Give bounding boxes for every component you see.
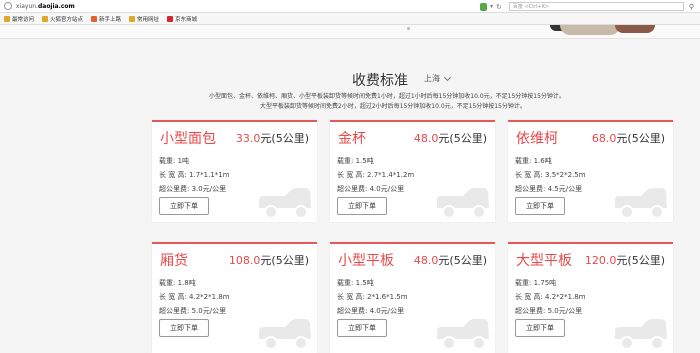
- van-icon: [257, 317, 313, 353]
- info-icon[interactable]: [4, 2, 12, 10]
- dimensions-spec: 长 宽 高: 1.7*1.1*1m: [159, 171, 230, 179]
- load-spec: 载重: 1吨: [159, 157, 190, 165]
- chevron-down-icon[interactable]: ▾: [490, 3, 493, 10]
- pricing-note-2: 大型平板装卸货等候时间免费2小时，超过2小时后每15分钟加收10.0元，不足15…: [260, 103, 526, 110]
- vehicle-name: 依维柯: [516, 131, 558, 147]
- extra-km-fee: 超公里费: 3.0元/公里: [159, 185, 227, 193]
- order-now-button[interactable]: 立即下单: [159, 319, 209, 337]
- extra-km-fee: 超公里费: 4.0元/公里: [337, 307, 405, 315]
- dimensions-spec: 长 宽 高: 2.7*1.4*1.2m: [337, 171, 415, 179]
- vehicle-name: 金杯: [338, 131, 366, 147]
- vehicle-card: 金杯 48.0元(5公里) 载重: 1.5吨长 宽 高: 2.7*1.4*1.2m 超…: [330, 120, 495, 222]
- vehicle-price: 48.0元(5公里): [413, 132, 487, 145]
- vehicle-name: 小型平板: [338, 253, 394, 269]
- vehicle-price: 48.0元(5公里): [413, 254, 487, 267]
- van-icon: [613, 317, 669, 353]
- vehicle-card: 依维柯 68.0元(5公里) 载重: 1.6吨长 宽 高: 3.5*2*2.5m 超公…: [508, 120, 673, 222]
- dimensions-spec: 长 宽 高: 4.2*2*1.8m: [515, 293, 586, 301]
- van-icon: [257, 186, 313, 222]
- vehicle-price: 33.0元(5公里): [235, 132, 309, 145]
- page-title: 收费标准: [352, 73, 408, 89]
- firefox-icon: [91, 15, 98, 22]
- load-spec: 载重: 1.6吨: [515, 157, 552, 165]
- search-input[interactable]: 百度 <Ctrl+K>: [508, 2, 684, 11]
- order-now-button[interactable]: 立即下单: [515, 319, 565, 337]
- vehicle-price: 120.0元(5公里): [584, 254, 665, 267]
- bookmark-item[interactable]: 京东商城: [167, 15, 197, 23]
- order-now-button[interactable]: 立即下单: [337, 319, 387, 337]
- load-spec: 载重: 1.75吨: [515, 279, 557, 287]
- bookmark-item[interactable]: 常用网址: [129, 15, 159, 23]
- city-selector[interactable]: 上海: [424, 73, 452, 84]
- carousel-dot[interactable]: [407, 27, 410, 30]
- vehicle-card: 大型平板 120.0元(5公里) 载重: 1.75吨长 宽 高: 4.2*2*1.8…: [508, 242, 673, 353]
- shield-icon[interactable]: [479, 2, 487, 11]
- order-now-button[interactable]: 立即下单: [515, 197, 565, 215]
- chevron-down-icon: [443, 73, 452, 81]
- extra-km-fee: 超公里费: 4.0元/公里: [337, 185, 405, 193]
- address-bar[interactable]: xiayun.daojia.com ▾ ↻ 百度 <Ctrl+K> ⚲: [0, 0, 700, 13]
- vehicle-card: 小型平板 48.0元(5公里) 载重: 1.5吨长 宽 高: 2*1.6*1.5m 超…: [330, 242, 495, 353]
- refresh-icon[interactable]: ↻: [496, 3, 502, 11]
- vehicle-card: 小型面包 33.0元(5公里) 载重: 1吨长 宽 高: 1.7*1.1*1m 超公里…: [152, 120, 317, 222]
- bookmark-item[interactable]: 新手上路: [91, 15, 121, 23]
- bookmark-label: 最常访问: [12, 16, 35, 23]
- load-spec: 载重: 1.5吨: [337, 279, 374, 287]
- bookmark-label: 京东商城: [175, 16, 198, 23]
- vehicle-price: 68.0元(5公里): [591, 132, 665, 145]
- bookmarks-bar: 最常访问 火狐官方站点 新手上路 常用网址 京东商城: [0, 13, 700, 25]
- bookmark-label: 常用网址: [137, 16, 160, 23]
- dimensions-spec: 长 宽 高: 4.2*2*1.8m: [159, 293, 230, 301]
- vehicle-name: 厢货: [160, 253, 188, 269]
- star-folder-icon: [4, 15, 10, 22]
- vehicle-name: 大型平板: [516, 253, 572, 269]
- load-spec: 载重: 1.5吨: [337, 157, 374, 165]
- address-bar-actions: ▾ ↻ 百度 <Ctrl+K> ⚲: [479, 2, 694, 11]
- folder-icon: [42, 15, 49, 22]
- bookmark-label: 火狐官方站点: [50, 16, 84, 23]
- van-icon: [435, 186, 491, 222]
- banner-image: [540, 25, 700, 38]
- order-now-button[interactable]: 立即下单: [159, 197, 209, 215]
- bookmark-label: 新手上路: [99, 16, 122, 23]
- van-icon: [435, 317, 491, 353]
- folder-icon: [129, 15, 136, 22]
- bookmark-item[interactable]: 火狐官方站点: [42, 15, 83, 23]
- vehicle-price: 108.0元(5公里): [228, 254, 309, 267]
- extra-km-fee: 超公里费: 4.5元/公里: [515, 185, 583, 193]
- city-label: 上海: [424, 74, 440, 83]
- search-icon[interactable]: ⚲: [689, 3, 694, 11]
- extra-km-fee: 超公里费: 5.0元/公里: [159, 307, 227, 315]
- load-spec: 载重: 1.8吨: [159, 279, 196, 287]
- van-icon: [613, 186, 669, 222]
- jd-icon: [167, 15, 174, 22]
- vehicle-card: 厢货 108.0元(5公里) 载重: 1.8吨长 宽 高: 4.2*2*1.8m 超公…: [152, 242, 317, 353]
- divider: [0, 38, 700, 39]
- pricing-note-1: 小型面包、金杯、依维柯、厢货、小型平板装卸货等候时间免费1小时，超过1小时后每1…: [209, 93, 565, 100]
- extra-km-fee: 超公里费: 5.0元/公里: [515, 307, 583, 315]
- dimensions-spec: 长 宽 高: 2*1.6*1.5m: [337, 293, 408, 301]
- vehicle-name: 小型面包: [160, 131, 216, 147]
- url-text[interactable]: xiayun.daojia.com: [16, 3, 75, 10]
- dimensions-spec: 长 宽 高: 3.5*2*2.5m: [515, 171, 586, 179]
- bookmark-item[interactable]: 最常访问: [4, 15, 34, 23]
- order-now-button[interactable]: 立即下单: [337, 197, 387, 215]
